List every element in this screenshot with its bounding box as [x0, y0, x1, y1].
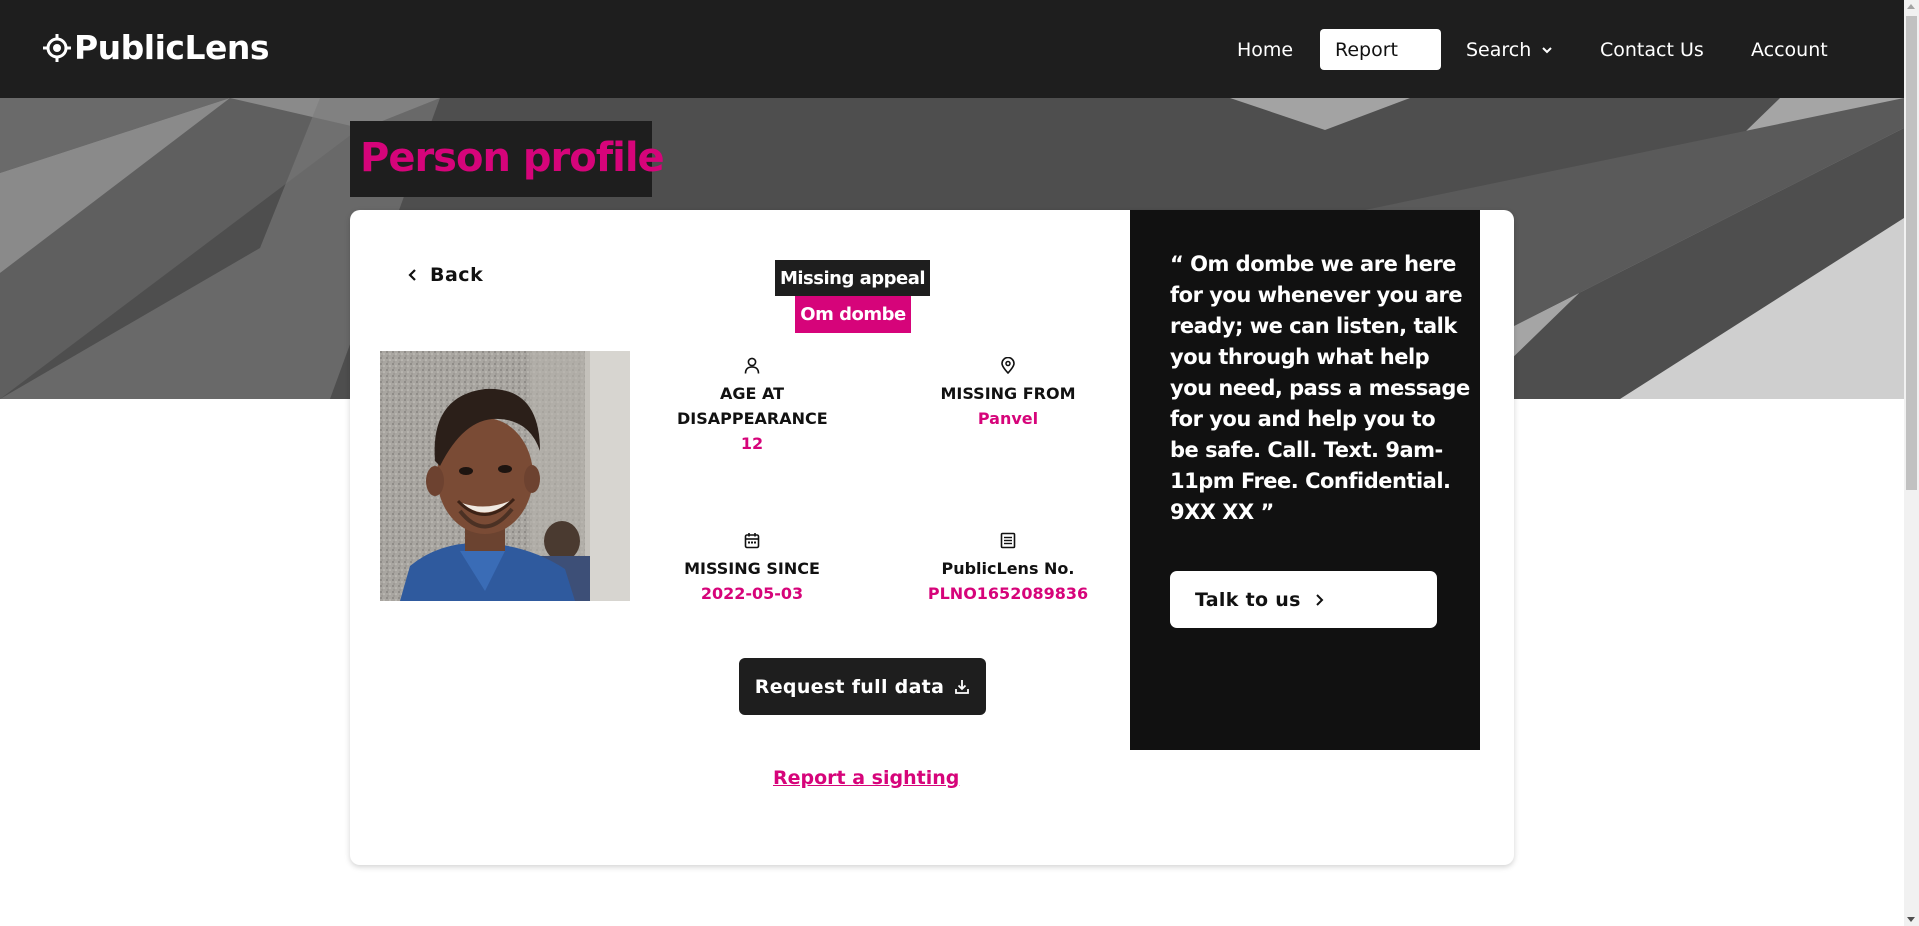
- list-icon: [1000, 532, 1016, 549]
- stat-from-label: MISSING FROM: [940, 384, 1076, 403]
- scroll-down-arrow-icon[interactable]: [1907, 917, 1915, 922]
- stat-missing-since: MISSING SINCE 2022-05-03: [652, 532, 852, 606]
- map-pin-icon: [1001, 357, 1015, 374]
- calendar-icon: [744, 533, 760, 549]
- person-photo: [380, 351, 630, 601]
- stat-age-label: AGE AT DISAPPEARANCE: [677, 384, 828, 428]
- request-full-data-label: Request full data: [754, 675, 945, 698]
- scrollbar-thumb[interactable]: [1906, 16, 1917, 490]
- chevron-left-icon: [408, 269, 416, 281]
- missing-appeal-badge: Missing appeal: [775, 260, 930, 296]
- support-quote: “ Om dombe we are here for you whenever …: [1170, 252, 1470, 524]
- person-photo-illustration: [380, 351, 630, 601]
- scroll-up-arrow-icon[interactable]: [1907, 4, 1915, 9]
- nav-contact-link[interactable]: Contact Us: [1600, 29, 1704, 70]
- stat-number-value: PLNO1652089836: [927, 584, 1089, 603]
- stat-missing-from: MISSING FROM Panvel: [908, 357, 1108, 431]
- brand-name: PublicLens: [74, 28, 270, 67]
- stat-since-value: 2022-05-03: [700, 584, 804, 603]
- nav-account-link[interactable]: Account: [1751, 29, 1828, 70]
- stat-since-label: MISSING SINCE: [684, 559, 820, 578]
- crosshair-icon: [43, 33, 71, 62]
- download-icon: [955, 679, 970, 694]
- chevron-right-icon: [1315, 593, 1324, 606]
- report-sighting-link[interactable]: Report a sighting: [773, 767, 959, 789]
- stat-age: AGE AT DISAPPEARANCE 12: [652, 357, 852, 456]
- person-icon: [744, 357, 760, 374]
- stat-age-value: 12: [740, 434, 764, 453]
- back-link[interactable]: Back: [408, 264, 483, 286]
- stat-publiclens-number: PublicLens No. PLNO1652089836: [908, 532, 1108, 606]
- back-label: Back: [430, 264, 484, 286]
- stat-from-value: Panvel: [977, 409, 1039, 428]
- stat-number-label: PublicLens No.: [941, 559, 1075, 578]
- request-full-data-button[interactable]: Request full data: [739, 658, 986, 715]
- talk-to-us-label: Talk to us: [1195, 588, 1301, 611]
- nav-home-link[interactable]: Home: [1237, 29, 1293, 70]
- talk-to-us-button[interactable]: Talk to us: [1170, 571, 1437, 628]
- nav-search-label: Search: [1466, 38, 1532, 61]
- person-name-badge: Om dombe: [795, 296, 911, 333]
- nav-search-dropdown[interactable]: Search: [1466, 29, 1553, 70]
- nav-report-button[interactable]: Report: [1320, 29, 1441, 70]
- page-title: Person profile: [350, 121, 665, 197]
- chevron-down-icon: [1542, 46, 1552, 53]
- brand-logo[interactable]: PublicLens: [42, 28, 270, 67]
